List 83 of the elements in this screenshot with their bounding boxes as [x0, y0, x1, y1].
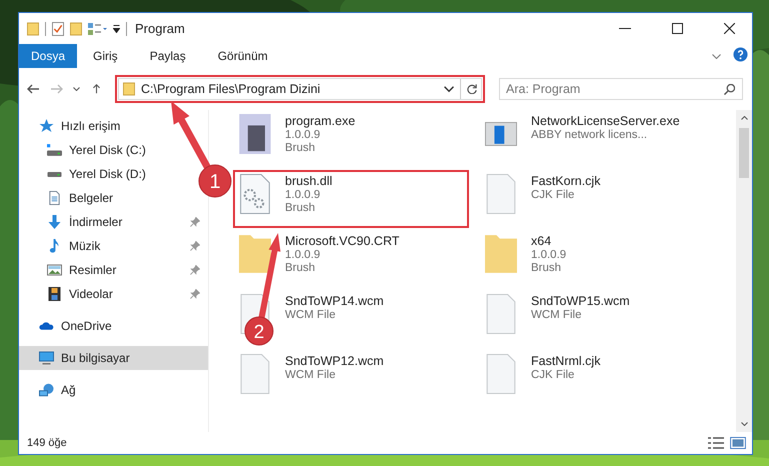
refresh-icon[interactable] [467, 84, 477, 94]
sidebar-item[interactable]: Belgeler [19, 186, 120, 210]
pin-icon[interactable] [190, 289, 200, 299]
scroll-thumb[interactable] [739, 128, 749, 178]
file-detail: WCM File [285, 309, 336, 321]
sidebar-item[interactable]: İndirmeler [19, 210, 208, 234]
pin-icon[interactable] [190, 241, 200, 251]
file-name[interactable]: Microsoft.VC90.CRT [285, 234, 400, 248]
star-icon [39, 119, 54, 133]
window-title: Program [135, 21, 185, 36]
close-icon [724, 23, 734, 34]
file-detail: 1.0.0.9 [531, 249, 566, 261]
customize-caret-icon[interactable] [113, 24, 120, 32]
monitor-icon [39, 351, 54, 365]
file-detail: Brush [285, 142, 316, 154]
download-icon [47, 215, 62, 229]
network-icon [39, 383, 54, 397]
sidebar-item[interactable]: OneDrive [19, 314, 118, 338]
file-name[interactable]: brush.dll [285, 174, 332, 188]
file-detail: 1.0.0.9 [285, 129, 322, 141]
file-name[interactable]: x64 [531, 234, 566, 248]
address-path: C:\Program Files\Program Dizini [141, 82, 320, 96]
scroll-down-icon[interactable] [740, 422, 748, 426]
file-detail: 1.0.0.9 [285, 189, 322, 201]
ribbon-tab[interactable]: Giriş [77, 44, 134, 68]
item-count: 149 öğe [27, 437, 67, 449]
file-icon [485, 294, 517, 334]
pin-icon[interactable] [190, 217, 200, 227]
file-detail: WCM File [531, 309, 582, 321]
file-detail: Brush [531, 262, 562, 274]
drive-icon [47, 172, 62, 176]
file-name[interactable]: SndToWP15.wcm [531, 294, 630, 308]
file-detail: WCM File [285, 369, 336, 381]
film-icon [47, 287, 62, 301]
folder-icon [123, 82, 135, 96]
checklist-icon[interactable] [52, 22, 64, 36]
file-name[interactable]: SndToWP12.wcm [285, 354, 384, 368]
file-detail: ABBY network licens... [531, 129, 648, 141]
drive-icon [47, 143, 62, 157]
folder-icon [485, 234, 517, 274]
ribbon-tab[interactable]: Paylaş [134, 44, 202, 68]
maximize-icon [672, 23, 682, 34]
image-icon [47, 263, 62, 277]
program-icon [239, 114, 271, 154]
search-icon [724, 84, 735, 95]
pin-icon[interactable] [190, 265, 200, 275]
file-name[interactable]: SndToWP14.wcm [285, 294, 384, 308]
chevron-down-icon[interactable] [444, 84, 454, 94]
file-detail: CJK File [531, 369, 576, 381]
file-detail: CJK File [531, 189, 576, 201]
properties-icon[interactable] [88, 22, 107, 34]
file-name[interactable]: FastNrml.cjk [531, 354, 600, 368]
folder-icon [239, 234, 271, 274]
file-name[interactable]: NetworkLicenseServer.exe [531, 114, 680, 128]
chevron-down-icon[interactable] [73, 87, 80, 91]
file-icon [485, 354, 517, 394]
document-icon [47, 191, 62, 205]
search-field[interactable]: Ara: Program [499, 78, 743, 100]
large-icons-view-icon[interactable] [730, 437, 746, 449]
scroll-up-icon[interactable] [740, 116, 748, 120]
file-icon [485, 174, 517, 214]
ribbon-tab[interactable]: Görünüm [202, 44, 284, 68]
address-bar[interactable]: C:\Program Files\Program Dizini [118, 78, 482, 100]
details-view-icon[interactable] [708, 437, 724, 449]
sidebar-item[interactable]: Hızlı erişim [19, 114, 126, 138]
sidebar-item[interactable]: Resimler [19, 258, 208, 282]
sidebar-item[interactable]: Yerel Disk (D:) [19, 162, 152, 186]
file-name[interactable]: FastKorn.cjk [531, 174, 600, 188]
sidebar-item[interactable]: Müzik [19, 234, 208, 258]
file-name[interactable]: program.exe [285, 114, 356, 128]
sidebar-item[interactable]: Bu bilgisayar [19, 346, 208, 370]
minimize-icon [619, 28, 631, 29]
file-detail: 1.0.0.9 [285, 249, 322, 261]
gear-file-icon [239, 174, 271, 214]
file-icon [239, 354, 271, 394]
file-detail: Brush [285, 262, 316, 274]
sidebar-item[interactable]: Ağ [19, 378, 82, 402]
help-icon[interactable] [733, 47, 748, 62]
ribbon-tab[interactable]: Dosya [19, 44, 78, 68]
sidebar-item[interactable]: Videolar [19, 282, 208, 306]
back-arrow-icon[interactable] [27, 84, 40, 94]
sidebar-item[interactable]: Yerel Disk (C:) [19, 138, 152, 162]
file-detail: Brush [285, 202, 316, 214]
